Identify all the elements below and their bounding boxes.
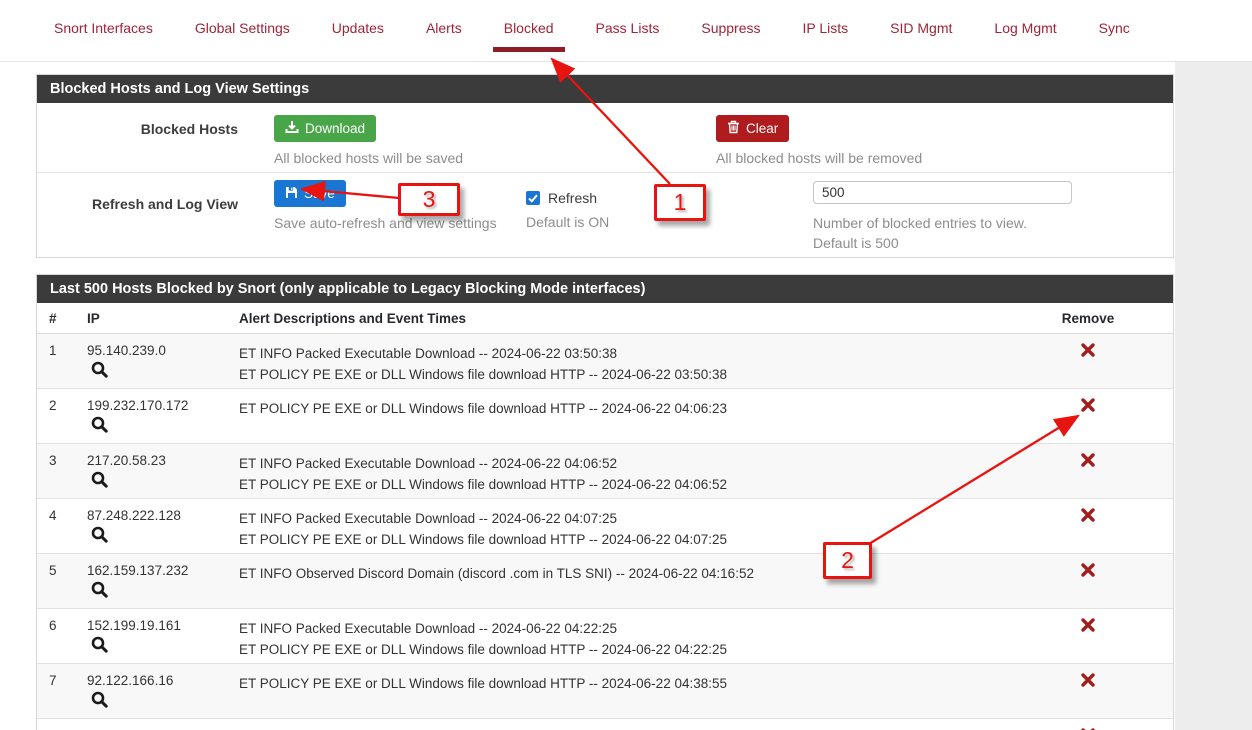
row-alerts: ET INFO Packed Executable Download -- 20… [239,334,1013,388]
blocked-hosts-row: Blocked Hosts Download All blocked hosts… [37,103,1173,172]
search-icon[interactable] [91,526,108,546]
refresh-log-view-label: Refresh and Log View [37,173,238,257]
remove-x-icon[interactable] [1081,563,1095,580]
col-header-ip: IP [87,303,239,333]
row-alerts: ET POLICY PE EXE or DLL Windows file dow… [239,389,1013,443]
entries-input[interactable] [813,181,1072,204]
table-header-row: # IP Alert Descriptions and Event Times … [37,303,1173,334]
row-number: 4 [49,499,87,553]
tab-bar: Snort Interfaces Global Settings Updates… [0,0,1252,62]
row-number: 3 [49,444,87,498]
refresh-checkbox[interactable] [526,191,540,205]
tab[interactable]: Blocked [504,20,554,62]
table-body: 1 95.140.239.0 ET INFO Packed Executable… [37,334,1173,730]
row-ip: 92.122.166.16 [87,673,239,688]
table-row: 6 152.199.19.161 ET INFO Packed Executab… [37,609,1173,664]
col-header-desc: Alert Descriptions and Event Times [239,303,1013,333]
row-ip: 95.140.239.0 [87,343,239,358]
col-header-remove: Remove [1013,303,1163,333]
row-alerts: ET INFO Packed Executable Download -- 20… [239,609,1013,663]
refresh-log-view-row: Refresh and Log View Save Save auto-refr… [37,172,1173,257]
search-icon[interactable] [91,691,108,711]
tab[interactable]: Alerts [426,20,462,62]
tab[interactable]: Suppress [701,20,760,62]
row-number [49,719,87,730]
save-help: Save auto-refresh and view settings [274,215,526,231]
clear-button[interactable]: Clear [716,115,789,142]
search-icon[interactable] [91,581,108,601]
tab[interactable]: Sync [1099,20,1130,62]
row-alerts: ET POLICY PE EXE or DLL Windows file dow… [239,719,1013,730]
search-icon[interactable] [91,361,108,381]
row-ip: 217.20.58.23 [87,453,239,468]
clear-help: All blocked hosts will be removed [716,150,1173,166]
row-ip: 162.159.137.232 [87,563,239,578]
row-alerts: ET POLICY PE EXE or DLL Windows file dow… [239,664,1013,718]
refresh-checkbox-label: Refresh [548,190,597,206]
blocked-table-title: Last 500 Hosts Blocked by Snort (only ap… [37,275,1173,303]
settings-panel: Blocked Hosts and Log View Settings Bloc… [36,74,1174,258]
download-icon [285,120,299,137]
row-alerts: ET INFO Packed Executable Download -- 20… [239,499,1013,553]
row-alerts: ET INFO Observed Discord Domain (discord… [239,554,1013,608]
entries-help: Number of blocked entries to view. Defau… [813,213,1173,253]
remove-x-icon[interactable] [1081,618,1095,635]
download-button[interactable]: Download [274,115,376,142]
annotation-box-1: 1 [654,184,706,221]
row-ip: 199.232.170.172 [87,398,239,413]
blocked-table-panel: Last 500 Hosts Blocked by Snort (only ap… [36,274,1174,730]
active-tab-underline [493,47,565,52]
page-gutter [1175,62,1252,730]
tab[interactable]: IP Lists [803,20,849,62]
settings-panel-title: Blocked Hosts and Log View Settings [37,75,1173,103]
tab[interactable]: Pass Lists [596,20,660,62]
tab[interactable]: Snort Interfaces [54,20,153,62]
remove-x-icon[interactable] [1081,508,1095,525]
remove-x-icon[interactable] [1081,673,1095,690]
search-icon[interactable] [91,636,108,656]
table-row: 2 199.232.170.172 ET POLICY PE EXE or DL… [37,389,1173,444]
row-number: 6 [49,609,87,663]
remove-x-icon[interactable] [1081,343,1095,360]
tab[interactable]: Log Mgmt [994,20,1056,62]
row-number: 5 [49,554,87,608]
row-alerts: ET INFO Packed Executable Download -- 20… [239,444,1013,498]
tab[interactable]: Global Settings [195,20,290,62]
col-header-num: # [49,303,87,333]
table-row: 1 95.140.239.0 ET INFO Packed Executable… [37,334,1173,389]
search-icon[interactable] [91,416,108,436]
download-help: All blocked hosts will be saved [274,150,716,166]
row-ip: 87.248.222.128 [87,508,239,523]
blocked-hosts-label: Blocked Hosts [37,103,238,172]
snort-blocked-page: Snort Interfaces Global Settings Updates… [0,0,1252,730]
table-row: 5 162.159.137.232 ET INFO Observed Disco… [37,554,1173,609]
annotation-box-3: 3 [398,183,460,216]
save-button[interactable]: Save [274,180,346,207]
table-row: 3 217.20.58.23 ET INFO Packed Executable… [37,444,1173,499]
row-ip: 152.199.19.161 [87,618,239,633]
remove-x-icon[interactable] [1081,398,1095,415]
table-row: 7 92.122.166.16 ET POLICY PE EXE or DLL … [37,664,1173,719]
save-icon [285,186,298,202]
row-number: 2 [49,389,87,443]
remove-x-icon[interactable] [1081,453,1095,470]
search-icon[interactable] [91,471,108,491]
table-row: ET POLICY PE EXE or DLL Windows file dow… [37,719,1173,730]
table-row: 4 87.248.222.128 ET INFO Packed Executab… [37,499,1173,554]
trash-icon [727,120,740,137]
tab[interactable]: Updates [332,20,384,62]
annotation-box-2: 2 [823,542,872,579]
row-number: 1 [49,334,87,388]
tab[interactable]: SID Mgmt [890,20,952,62]
row-number: 7 [49,664,87,718]
